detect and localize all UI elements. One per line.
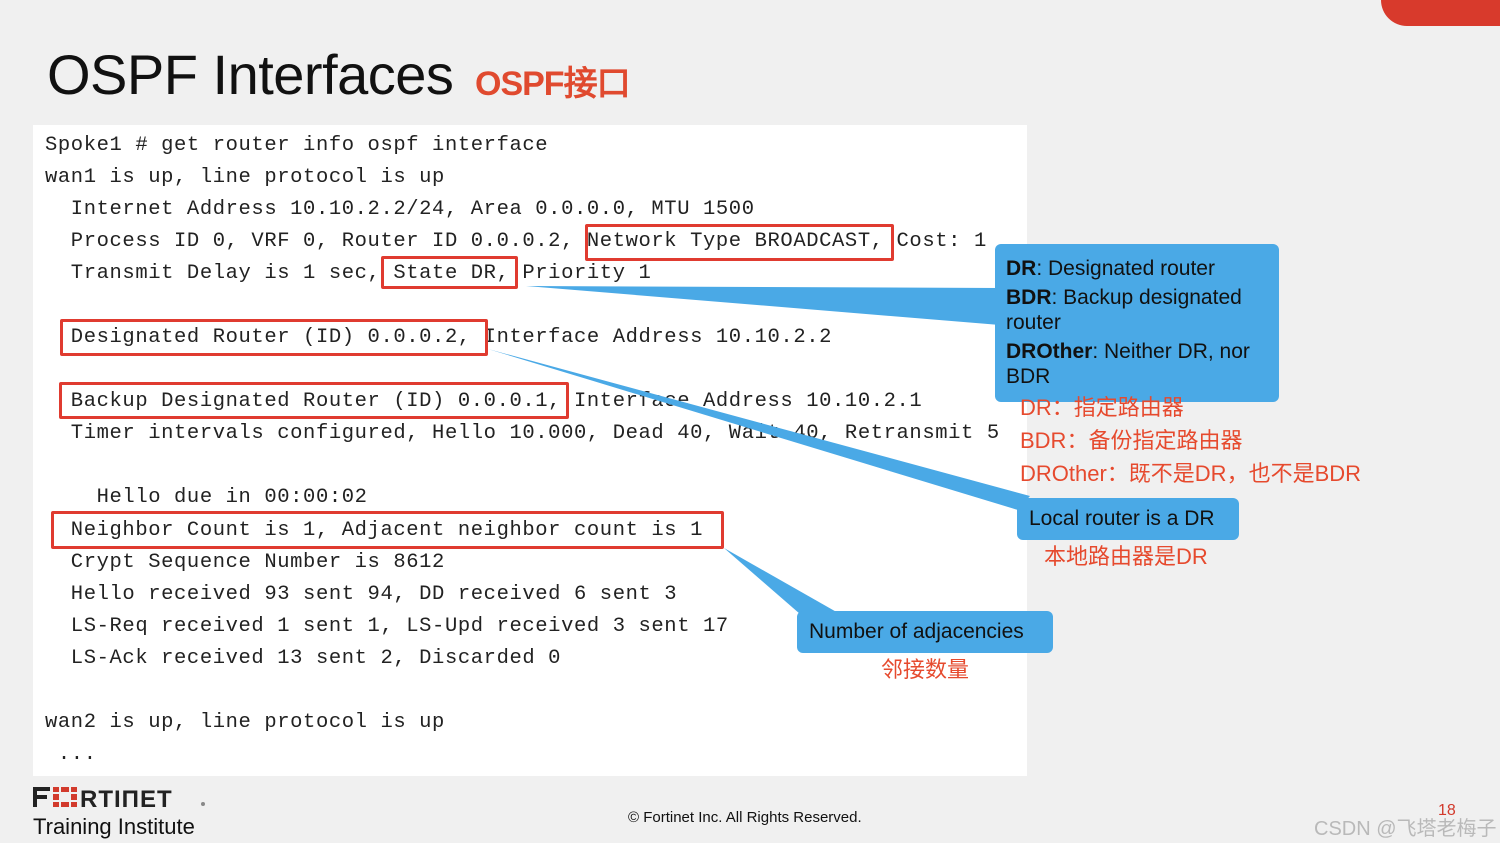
cli-line: LS-Req received 1 sent 1, LS-Upd receive… [45,615,729,638]
highlight-backup-designated-router [59,382,569,419]
fortinet-logo: RTIΠET [33,786,208,813]
training-institute-label: Training Institute [33,814,195,839]
cli-line: wan2 is up, line protocol is up [45,711,445,734]
role-drother: DROther: Neither DR, nor BDR [1006,340,1250,388]
cli-line: Spoke1 # get router info ospf interface [45,134,549,157]
cli-line: Timer intervals configured, Hello 10.000… [45,422,1000,445]
callout-local-dr: Local router is a DR [1017,498,1239,540]
highlight-network-type [585,224,894,261]
cli-line: Crypt Sequence Number is 8612 [45,551,445,574]
role-bdr: BDR: Backup designated router [1006,286,1242,334]
cli-line: LS-Ack received 13 sent 2, Discarded 0 [45,647,562,670]
slide-title-cn: OSPF接口 [475,65,631,103]
annotation-bdr-cn: BDR：备份指定路由器 [1020,428,1243,453]
cli-line: wan1 is up, line protocol is up [45,166,445,189]
highlight-neighbor-count [51,511,724,549]
cli-output-panel: Spoke1 # get router info ospf interface … [33,125,1027,776]
annotation-drother-cn: DROther：既不是DR，也不是BDR [1020,461,1362,486]
fortinet-logo-icon: RTIΠET [33,786,205,813]
corner-accent-tab [1381,0,1500,26]
callout-router-roles: DR: Designated router BDR: Backup design… [995,244,1279,402]
role-dr: DR: Designated router [1006,257,1215,280]
slide-title: OSPF Interfaces [47,43,454,106]
svg-text:RTIΠET: RTIΠET [80,786,173,808]
callout-adjacencies: Number of adjacencies [797,611,1053,653]
cli-line: Hello due in 00:00:02 [45,486,368,509]
copyright-notice: © Fortinet Inc. All Rights Reserved. [628,809,862,826]
annotation-local-dr-cn: 本地路由器是DR [1044,544,1208,569]
cli-line: Hello received 93 sent 94, DD received 6… [45,583,678,606]
highlight-designated-router [60,319,488,356]
watermark: CSDN @飞塔老梅子 [1314,818,1497,840]
annotation-dr-cn: DR：指定路由器 [1020,395,1184,420]
cli-line: ... [45,743,97,766]
highlight-state-dr [381,256,518,289]
annotation-adjacencies-cn: 邻接数量 [881,657,970,682]
cli-line: Transmit Delay is 1 sec, State DR, Prior… [45,262,652,285]
cli-line: Internet Address 10.10.2.2/24, Area 0.0.… [45,198,755,221]
